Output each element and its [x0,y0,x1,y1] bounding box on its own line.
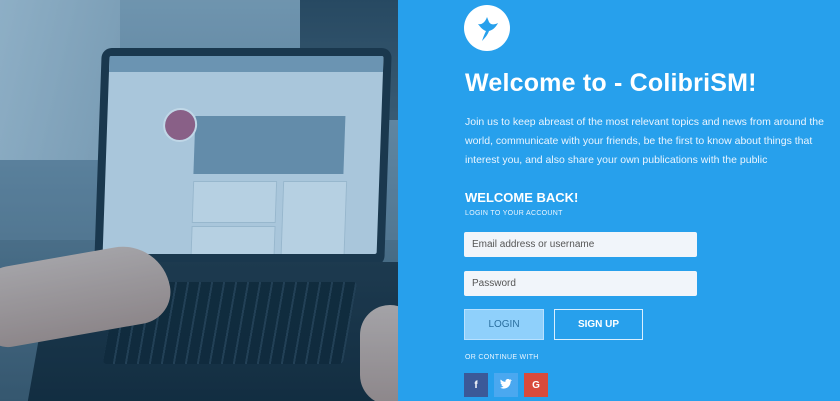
password-field[interactable] [464,271,697,296]
welcome-back-heading: WELCOME BACK! [465,190,579,205]
login-panel: Welcome to - ColibriSM! Join us to keep … [398,0,840,401]
colibri-bird-icon[interactable] [464,5,510,51]
welcome-title: Welcome to - ColibriSM! [465,69,757,97]
intro-text: Join us to keep abreast of the most rele… [465,116,824,166]
twitter-icon [500,378,512,392]
facebook-login-button[interactable]: f [464,373,488,397]
signup-button[interactable]: SIGN UP [554,309,643,340]
facebook-icon: f [474,379,478,391]
login-subheading: LOGIN TO YOUR ACCOUNT [465,210,563,217]
hero-image [0,0,398,401]
hero-tint [0,0,398,401]
google-login-button[interactable]: G [524,373,548,397]
google-icon: G [532,379,540,391]
email-field[interactable] [464,232,697,257]
continue-with-label: OR CONTINUE WITH [465,354,539,361]
login-button[interactable]: LOGIN [464,309,544,340]
twitter-login-button[interactable] [494,373,518,397]
